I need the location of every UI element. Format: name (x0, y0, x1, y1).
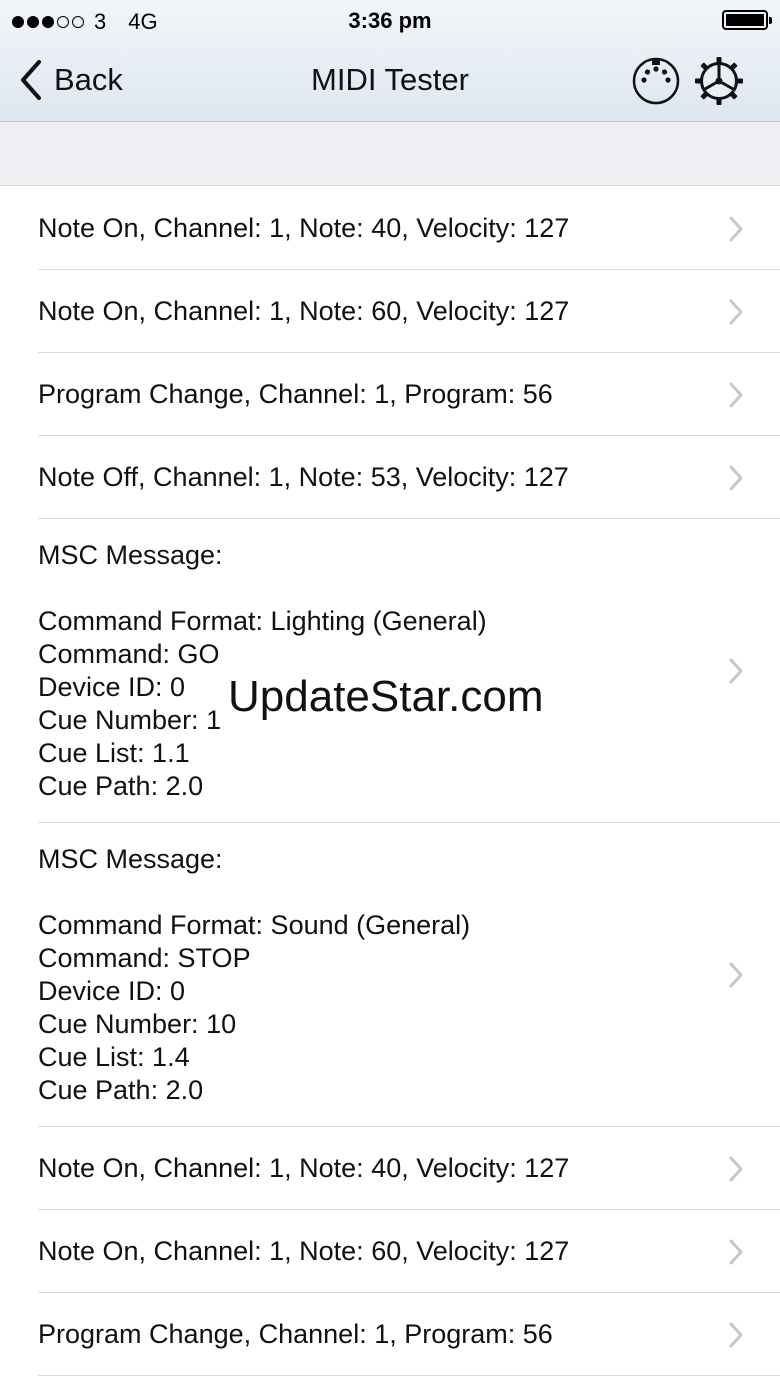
status-bar: 3 4G 3:36 pm (0, 0, 780, 40)
chevron-right-icon (729, 465, 743, 490)
message-row[interactable]: Program Change, Channel: 1, Program: 56 (0, 353, 780, 436)
message-text: MSC Message: Command Format: Sound (Gene… (38, 844, 471, 1105)
message-text: Note On, Channel: 1, Note: 60, Velocity:… (38, 296, 570, 326)
message-row[interactable]: Note On, Channel: 1, Note: 40, Velocity:… (0, 1127, 780, 1210)
message-row[interactable]: MSC Message: Command Format: Lighting (G… (0, 519, 780, 823)
chevron-right-icon (729, 1322, 743, 1347)
midi-connector-icon[interactable] (631, 56, 681, 106)
chevron-right-icon (729, 658, 743, 684)
message-text: Note On, Channel: 1, Note: 40, Velocity:… (38, 1153, 570, 1183)
chevron-right-icon (729, 1156, 743, 1181)
navigation-bar: Back MIDI Tester (0, 40, 780, 122)
message-text: Note Off, Channel: 1, Note: 53, Velocity… (38, 462, 569, 492)
back-button[interactable]: Back (20, 60, 123, 100)
chevron-right-icon (729, 382, 743, 407)
chevron-right-icon (729, 299, 743, 324)
chevron-right-icon (729, 216, 743, 241)
message-text: Program Change, Channel: 1, Program: 56 (38, 379, 553, 409)
message-row[interactable]: Program Change, Channel: 1, Program: 56 (0, 1293, 780, 1376)
battery-icon (722, 10, 772, 30)
section-header-gap (0, 122, 780, 186)
message-text: MSC Message: Command Format: Lighting (G… (38, 540, 487, 801)
back-label: Back (54, 62, 123, 97)
status-time: 3:36 pm (348, 8, 432, 33)
top-bar: 3 4G 3:36 pm Back MIDI Tester (0, 0, 780, 122)
message-row[interactable]: Note On, Channel: 1, Note: 40, Velocity:… (0, 187, 780, 270)
message-text: Note On, Channel: 1, Note: 60, Velocity:… (38, 1236, 570, 1266)
message-row[interactable]: Note On, Channel: 1, Note: 60, Velocity:… (0, 270, 780, 353)
message-row[interactable]: Note On, Channel: 1, Note: 60, Velocity:… (0, 1210, 780, 1293)
midi-message-list: Note On, Channel: 1, Note: 40, Velocity:… (0, 187, 780, 1376)
chevron-left-icon (21, 60, 41, 100)
message-text: Note On, Channel: 1, Note: 40, Velocity:… (38, 213, 570, 243)
chevron-right-icon (729, 962, 743, 988)
message-text: Program Change, Channel: 1, Program: 56 (38, 1319, 553, 1349)
gear-icon[interactable] (694, 56, 744, 106)
battery-level (726, 14, 764, 26)
message-row[interactable]: MSC Message: Command Format: Sound (Gene… (0, 823, 780, 1127)
message-row[interactable]: Note Off, Channel: 1, Note: 53, Velocity… (0, 436, 780, 519)
chevron-right-icon (729, 1239, 743, 1264)
